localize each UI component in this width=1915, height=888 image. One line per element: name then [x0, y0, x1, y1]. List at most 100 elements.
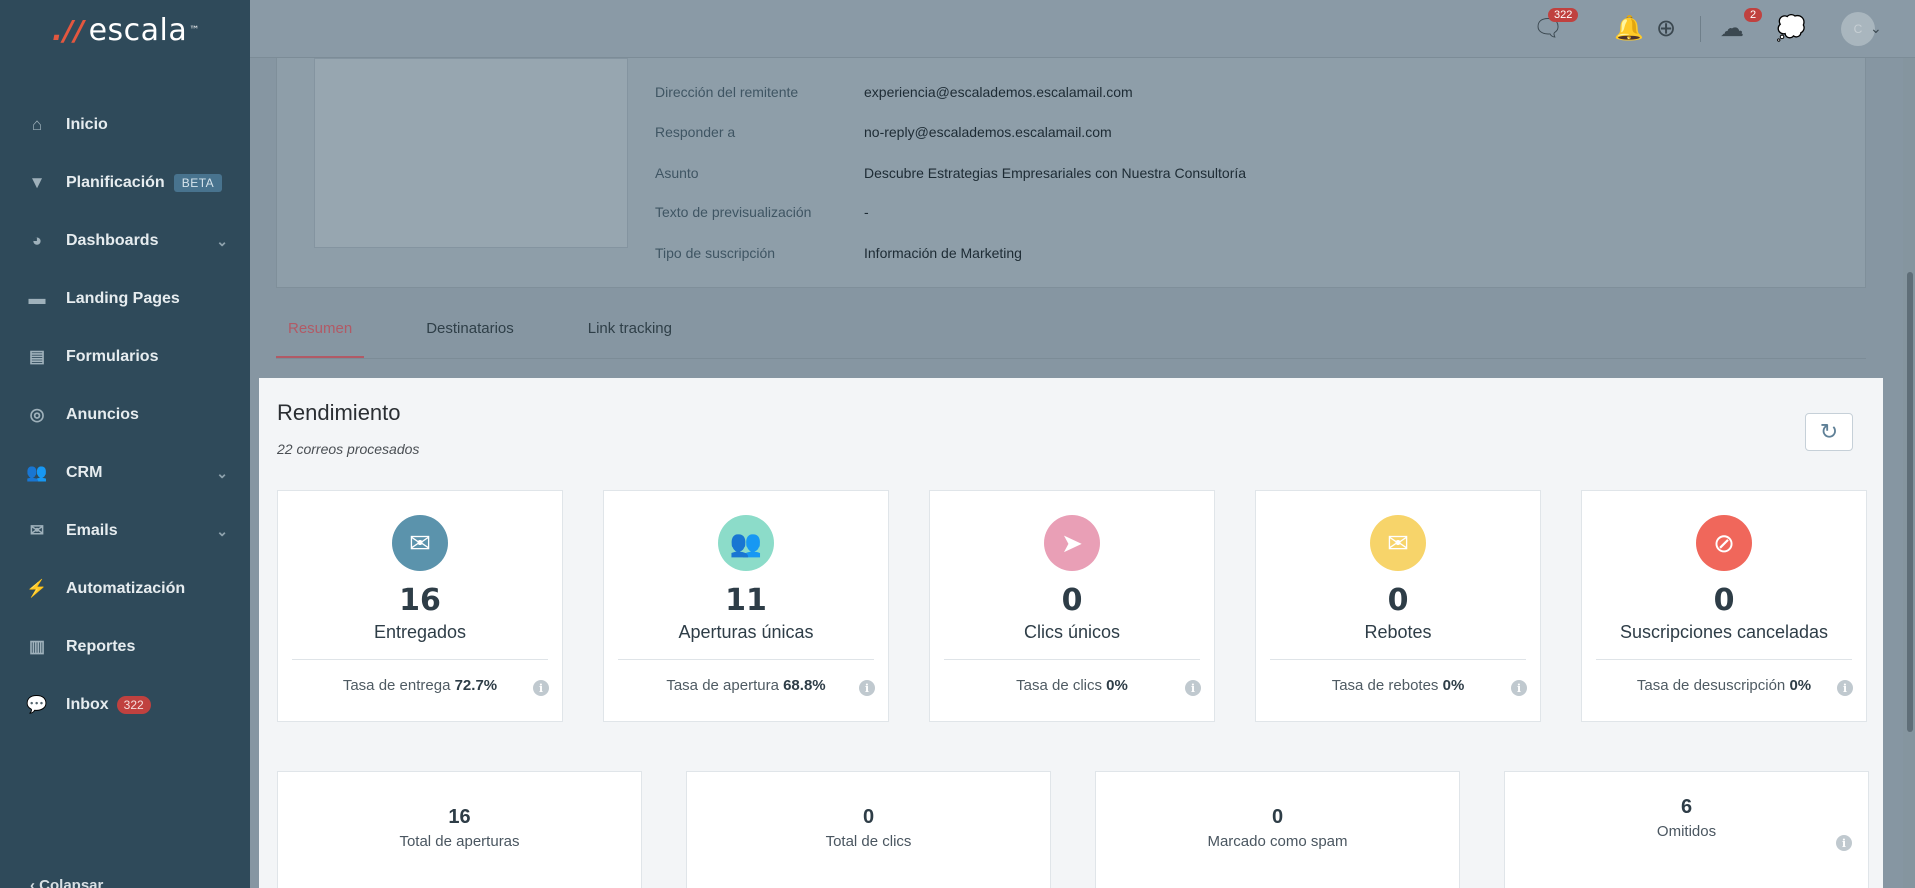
info-icon[interactable]: i	[1185, 680, 1201, 696]
sidebar-item-dashboards[interactable]: ◕ Dashboards ⌄	[0, 212, 250, 270]
stat-card-unique-opens: 👥 11 Aperturas únicas Tasa de apertura 6…	[603, 490, 889, 722]
tabs-divider	[276, 358, 1866, 359]
ban-icon: ⊘	[1696, 515, 1752, 571]
detail-value: Descubre Estrategias Empresariales con N…	[864, 165, 1247, 181]
stat-divider	[1270, 659, 1526, 660]
support-icon[interactable]: ☁	[1720, 14, 1744, 43]
bar-chart-icon: ▥	[28, 637, 46, 656]
sidebar-item-landing-pages[interactable]: ▬ Landing Pages	[0, 270, 250, 328]
sidebar-item-anuncios[interactable]: ◎ Anuncios	[0, 386, 250, 444]
sidebar-item-label: Inbox	[66, 696, 109, 713]
detail-label: Texto de previsualización	[655, 204, 812, 220]
sidebar-item-inicio[interactable]: ⌂ Inicio	[0, 96, 250, 154]
sidebar-item-label: Planificación	[66, 174, 165, 191]
stat-card-bounces: ✉ 0 Rebotes Tasa de rebotes 0% i	[1255, 490, 1541, 722]
stat-rate: Tasa de entrega 72.7%	[278, 677, 562, 694]
stat-value: 0	[1713, 583, 1735, 618]
processed-count: 22 correos procesados	[277, 441, 420, 457]
rate-label: Tasa de entrega	[342, 677, 451, 694]
stat-divider	[944, 659, 1200, 660]
sidebar-item-formularios[interactable]: ▤ Formularios	[0, 328, 250, 386]
stat-divider	[618, 659, 874, 660]
chevron-down-icon: ⌄	[216, 464, 228, 481]
info-icon[interactable]: i	[1511, 680, 1527, 696]
collapse-sidebar-button[interactable]: ‹ Colapsar	[30, 877, 103, 888]
email-preview-thumbnail[interactable]	[314, 58, 628, 248]
sidebar-item-planificacion[interactable]: ▼ Planificación BETA	[0, 154, 250, 212]
chevron-down-icon: ⌄	[216, 232, 228, 249]
sidebar-item-label: Anuncios	[66, 406, 139, 423]
pie-chart-icon: ◕	[31, 231, 43, 250]
brand-logo[interactable]: .// escala ™	[0, 0, 250, 60]
sidebar-item-inbox[interactable]: 💬 Inbox 322	[0, 676, 250, 734]
sidebar-item-reportes[interactable]: ▥ Reportes	[0, 618, 250, 676]
stat-card-unique-clicks: ➤ 0 Clics únicos Tasa de clics 0% i	[929, 490, 1215, 722]
add-icon[interactable]: ⊕	[1656, 14, 1676, 43]
info-icon[interactable]: i	[533, 680, 549, 696]
stat-divider	[1596, 659, 1852, 660]
help-chat-icon[interactable]: 💭	[1776, 14, 1806, 43]
bell-icon[interactable]: 🔔	[1614, 14, 1644, 43]
rate-value: 68.8%	[783, 677, 826, 694]
sidebar: .// escala ™ ⌂ Inicio ▼ Planificación BETA …	[0, 0, 250, 888]
stat-rate: Tasa de clics 0%	[930, 677, 1214, 694]
sidebar-item-label: Emails	[66, 522, 118, 539]
chevron-down-icon[interactable]: ⌄	[1870, 20, 1882, 37]
stat-card-delivered: ✉ 16 Entregados Tasa de entrega 72.7% i	[277, 490, 563, 722]
stat-rate: Tasa de rebotes 0%	[1256, 677, 1540, 694]
stat-label: Clics únicos	[1023, 622, 1121, 642]
chat-count-badge: 322	[1548, 8, 1579, 22]
stat-cards: ✉ 16 Entregados Tasa de entrega 72.7% i …	[277, 490, 1867, 722]
total-label: Total de clics	[825, 833, 912, 850]
envelope-icon: ✉	[29, 521, 45, 540]
info-icon[interactable]: i	[1836, 835, 1852, 851]
sidebar-item-label: Formularios	[66, 348, 159, 365]
rate-value: 72.7%	[454, 677, 498, 694]
report-tabs: Resumen Destinatarios Link tracking	[276, 316, 734, 358]
refresh-icon: ↻	[1819, 419, 1839, 444]
total-card-omitted: 6 Omitidos i	[1504, 771, 1869, 888]
info-icon[interactable]: i	[1837, 680, 1853, 696]
tab-resumen[interactable]: Resumen	[276, 316, 365, 358]
scrollbar-thumb[interactable]	[1907, 272, 1913, 732]
panel-title: Rendimiento	[277, 400, 401, 425]
sidebar-item-label: Automatización	[66, 580, 186, 597]
detail-value: experiencia@escalademos.escalamail.com	[864, 84, 1133, 100]
tab-destinatarios[interactable]: Destinatarios	[414, 316, 526, 358]
topbar: 🗨 322 🔔 ⊕ ☁ 2 💭 C ⌄	[250, 0, 1915, 58]
sidebar-item-label: CRM	[66, 464, 103, 481]
detail-value: -	[864, 204, 869, 220]
stat-divider	[292, 659, 548, 660]
sidebar-item-label: Inicio	[66, 116, 108, 133]
total-value: 16	[448, 806, 471, 828]
detail-label: Tipo de suscripción	[655, 245, 776, 261]
stat-label: Suscripciones canceladas	[1619, 622, 1829, 642]
collapse-label: Colapsar	[39, 877, 104, 888]
stat-label: Entregados	[373, 622, 467, 642]
refresh-button[interactable]: ↻	[1805, 413, 1853, 451]
rate-label: Tasa de clics	[1016, 677, 1102, 694]
info-icon[interactable]: i	[859, 680, 875, 696]
sidebar-item-label: Reportes	[66, 638, 136, 655]
rate-value: 0%	[1442, 677, 1465, 694]
sidebar-item-emails[interactable]: ✉ Emails ⌄	[0, 502, 250, 560]
sidebar-item-crm[interactable]: 👥 CRM ⌄	[0, 444, 250, 502]
tab-link-tracking[interactable]: Link tracking	[576, 316, 684, 358]
stat-label: Aperturas únicas	[678, 622, 814, 642]
inbox-count-badge: 322	[116, 696, 151, 714]
stat-label: Rebotes	[1364, 622, 1432, 642]
target-icon: ◎	[29, 405, 45, 424]
stat-value: 16	[399, 583, 441, 618]
sidebar-item-automatizacion[interactable]: ⚡ Automatización	[0, 560, 250, 618]
sidebar-item-label: Landing Pages	[66, 290, 180, 307]
total-card-spam: 0 Marcado como spam	[1095, 771, 1460, 888]
total-label: Marcado como spam	[1207, 833, 1348, 850]
filter-icon: ▼	[28, 173, 46, 192]
rate-value: 0%	[1106, 677, 1128, 694]
total-label: Omitidos	[1656, 823, 1717, 840]
brand-mark: .//	[52, 13, 85, 47]
users-icon: 👥	[26, 463, 48, 482]
rate-label: Tasa de desuscripción	[1636, 677, 1786, 694]
stat-value: 0	[1387, 583, 1409, 618]
total-label: Total de aperturas	[399, 833, 520, 850]
